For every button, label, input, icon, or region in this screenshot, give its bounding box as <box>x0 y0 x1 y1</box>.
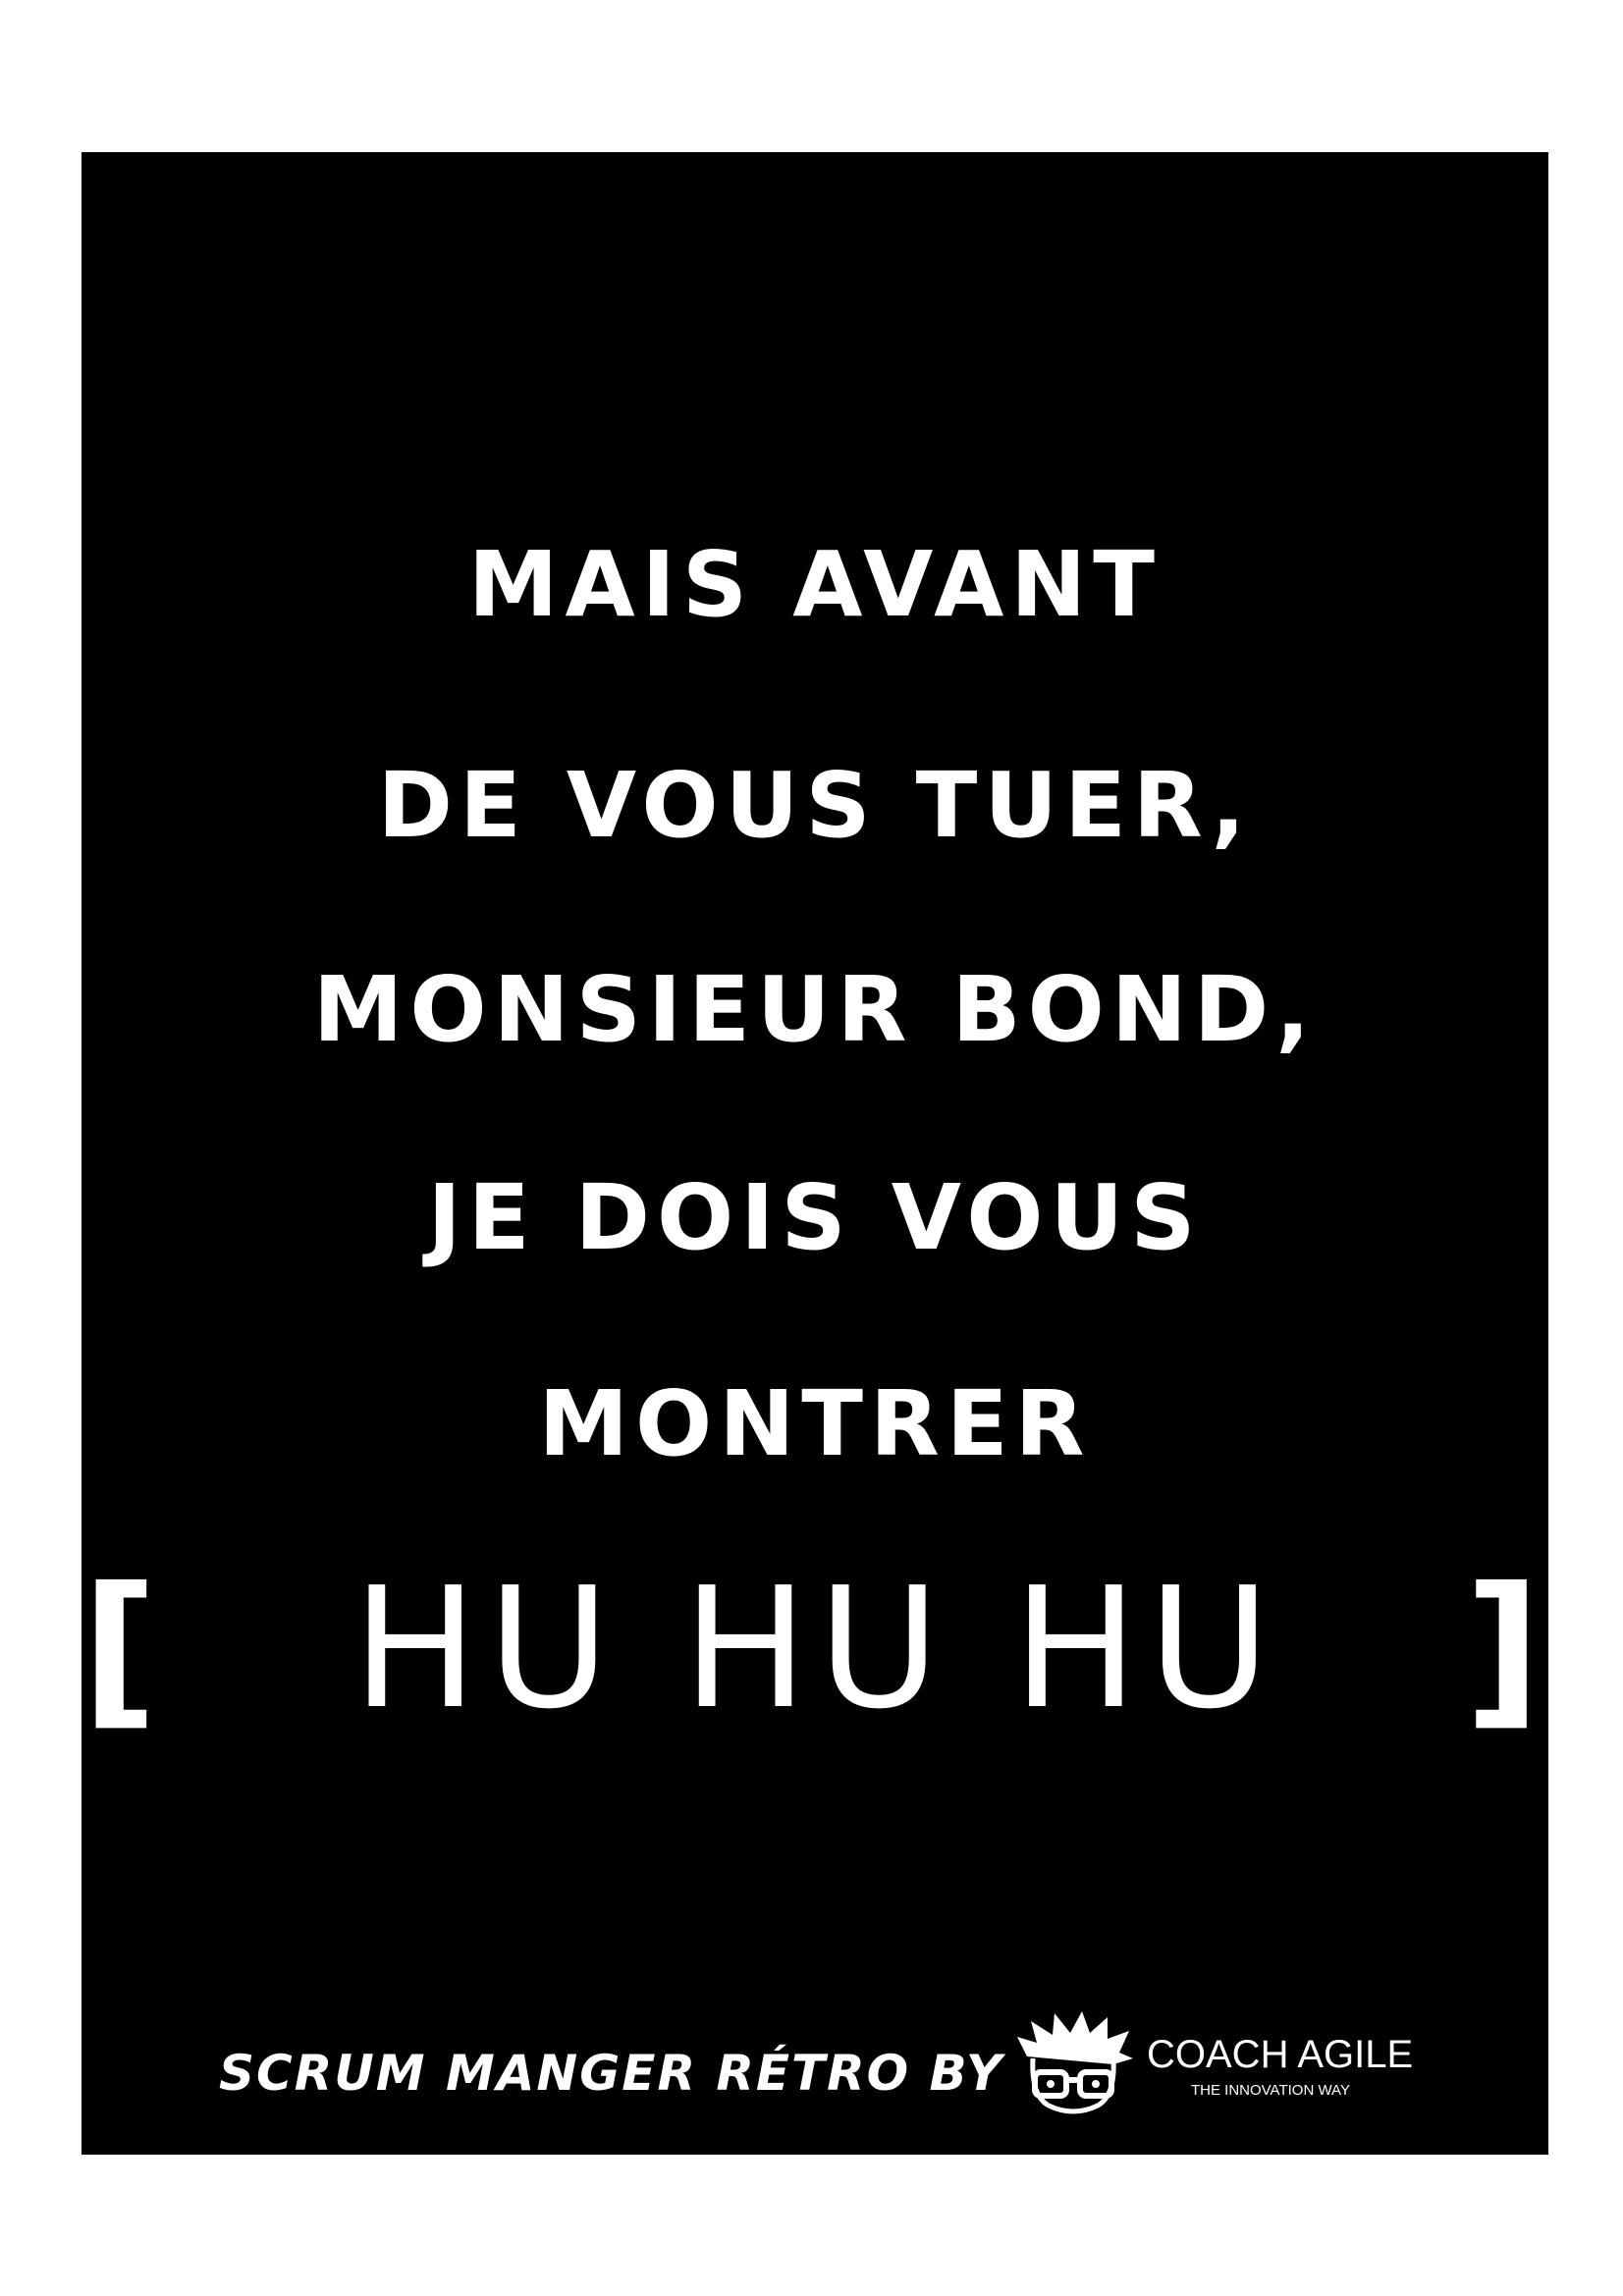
footer-credit: SCRUM MANGER RÉTRO BY <box>219 2045 1004 2102</box>
quote-line-5: MONTRER <box>538 1371 1092 1476</box>
punchline: [ HU HU HU ] <box>81 1566 1548 1733</box>
open-bracket: [ <box>81 1552 168 1746</box>
close-bracket: ] <box>1464 1552 1551 1746</box>
quote-line-4: JE DOIS VOUS <box>427 1165 1203 1270</box>
poster-card: MAIS AVANT DE VOUS TUER, MONSIEUR BOND, … <box>81 152 1548 2155</box>
cartoon-face-with-glasses-icon <box>1017 2011 1133 2114</box>
quote-line-3: MONSIEUR BOND, <box>312 957 1318 1062</box>
brand-tagline: THE INNOVATION WAY <box>1191 2082 1350 2099</box>
punchline-text: HU HU HU <box>352 1552 1280 1746</box>
footer: SCRUM MANGER RÉTRO BY COACH AGILE THE IN… <box>81 2007 1548 2125</box>
brand-name: COACH AGILE <box>1147 2033 1414 2076</box>
quote-line-2: DE VOUS TUER, <box>377 753 1253 858</box>
quote-line-1: MAIS AVANT <box>467 532 1163 637</box>
